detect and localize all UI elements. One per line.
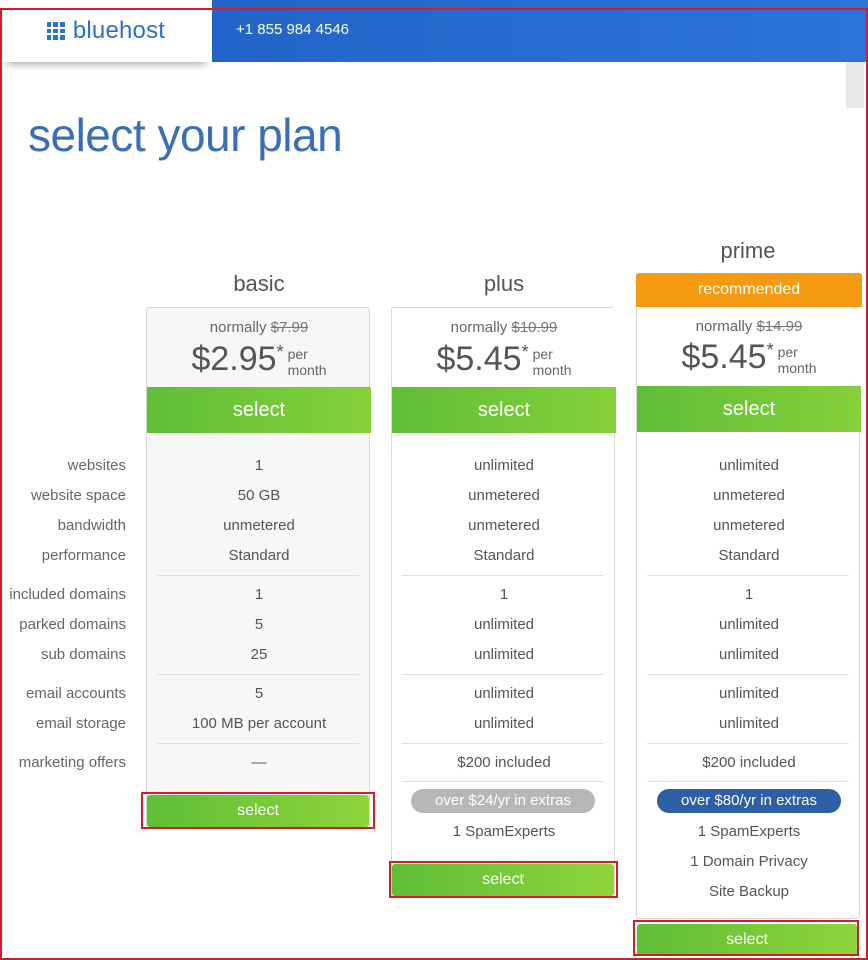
label-included-domains: included domains (9, 586, 126, 603)
basic-email-accounts: 5 (254, 685, 264, 702)
plus-bandwidth: unmetered (468, 517, 540, 534)
divider (647, 781, 849, 782)
label-email-accounts: email accounts (25, 685, 126, 702)
label-parked-domains: parked domains (19, 616, 126, 633)
prime-sub-domains: unlimited (718, 646, 780, 663)
normal-price: normally $10.99 (450, 319, 558, 336)
bottom-select-button-prime[interactable]: select (637, 924, 857, 956)
old-price: $7.99 (270, 319, 309, 336)
divider (402, 743, 604, 744)
old-price: $14.99 (756, 318, 803, 335)
basic-performance: Standard (228, 547, 290, 564)
page-title: select your plan (28, 109, 343, 161)
current-price: $5.45 * per month (681, 338, 817, 376)
divider (647, 743, 849, 744)
label-email-storage: email storage (35, 715, 126, 732)
normal-price: normally $7.99 (209, 319, 309, 336)
divider (402, 781, 604, 782)
label-performance: performance (41, 547, 126, 564)
prime-extra-site-backup: Site Backup (708, 883, 790, 900)
extras-badge-plus: over $24/yr in extras (411, 789, 595, 813)
divider (647, 575, 849, 576)
label-marketing-offers: marketing offers (18, 754, 126, 771)
bottom-select-button-plus[interactable]: select (392, 864, 614, 896)
label-websites: websites (67, 457, 126, 474)
plus-websites: unlimited (473, 457, 535, 474)
prime-website-space: unmetered (713, 487, 785, 504)
divider (647, 674, 849, 675)
plus-sub-domains: unlimited (473, 646, 535, 663)
basic-bandwidth: unmetered (223, 517, 295, 534)
label-bandwidth: bandwidth (57, 517, 126, 534)
prime-performance: Standard (718, 547, 780, 564)
grid-icon (46, 22, 65, 40)
select-button-basic[interactable]: select (147, 387, 371, 433)
recommended-badge: recommended (636, 273, 862, 307)
phone-number[interactable]: +1 855 984 4546 (236, 21, 349, 38)
normal-price: normally $14.99 (695, 318, 803, 335)
bottom-select-button-basic[interactable]: select (147, 795, 369, 827)
prime-included-domains: 1 (744, 586, 754, 603)
basic-marketing-offers: — (251, 754, 267, 771)
plus-email-storage: unlimited (473, 715, 535, 732)
divider (157, 674, 359, 675)
price-area-basic: normally $7.99 $2.95 * per month (147, 308, 371, 386)
label-website-space: website space (30, 487, 126, 504)
prime-extra-domain-privacy: 1 Domain Privacy (690, 853, 808, 870)
divider (402, 674, 604, 675)
plus-performance: Standard (473, 547, 535, 564)
logo-text: bluehost (72, 17, 166, 44)
plus-email-accounts: unlimited (473, 685, 535, 702)
prime-parked-domains: unlimited (718, 616, 780, 633)
prime-email-storage: unlimited (718, 715, 780, 732)
price-area-plus: normally $10.99 $5.45 * per month (392, 308, 616, 386)
plus-included-domains: 1 (499, 586, 509, 603)
prime-email-accounts: unlimited (718, 685, 780, 702)
basic-sub-domains: 25 (250, 646, 268, 663)
label-sub-domains: sub domains (40, 646, 126, 663)
top-header: bluehost +1 855 984 4546 (0, 0, 868, 62)
plus-website-space: unmetered (468, 487, 540, 504)
old-price: $10.99 (511, 319, 558, 336)
select-button-plus[interactable]: select (392, 387, 616, 433)
plan-name-basic: basic (233, 271, 285, 296)
plan-card-basic: normally $7.99 $2.95 * per month select (146, 307, 371, 829)
divider (402, 575, 604, 576)
basic-websites: 1 (254, 457, 264, 474)
prime-websites: unlimited (718, 457, 780, 474)
extras-badge-prime: over $80/yr in extras (657, 789, 841, 813)
plus-extra-spamexperts: 1 SpamExperts (452, 823, 556, 840)
plus-parked-domains: unlimited (473, 616, 535, 633)
basic-email-storage: 100 MB per account (191, 715, 327, 732)
current-price: $5.45 * per month (436, 340, 572, 378)
current-price: $2.95 * per month (191, 340, 327, 378)
divider (157, 743, 359, 744)
scrollbar-thumb[interactable] (846, 62, 864, 108)
price-area-prime: normally $14.99 $5.45 * per month (637, 307, 861, 385)
plus-marketing-offers: $200 included (457, 754, 551, 771)
logo[interactable]: bluehost (0, 0, 212, 62)
prime-marketing-offers: $200 included (702, 754, 796, 771)
plan-name-prime: prime (720, 238, 776, 263)
divider (157, 575, 359, 576)
select-button-prime[interactable]: select (637, 386, 861, 432)
prime-bandwidth: unmetered (713, 517, 785, 534)
basic-website-space: 50 GB (237, 487, 281, 504)
basic-parked-domains: 5 (254, 616, 264, 633)
plan-name-plus: plus (483, 271, 525, 296)
basic-included-domains: 1 (254, 586, 264, 603)
prime-extra-spamexperts: 1 SpamExperts (697, 823, 801, 840)
